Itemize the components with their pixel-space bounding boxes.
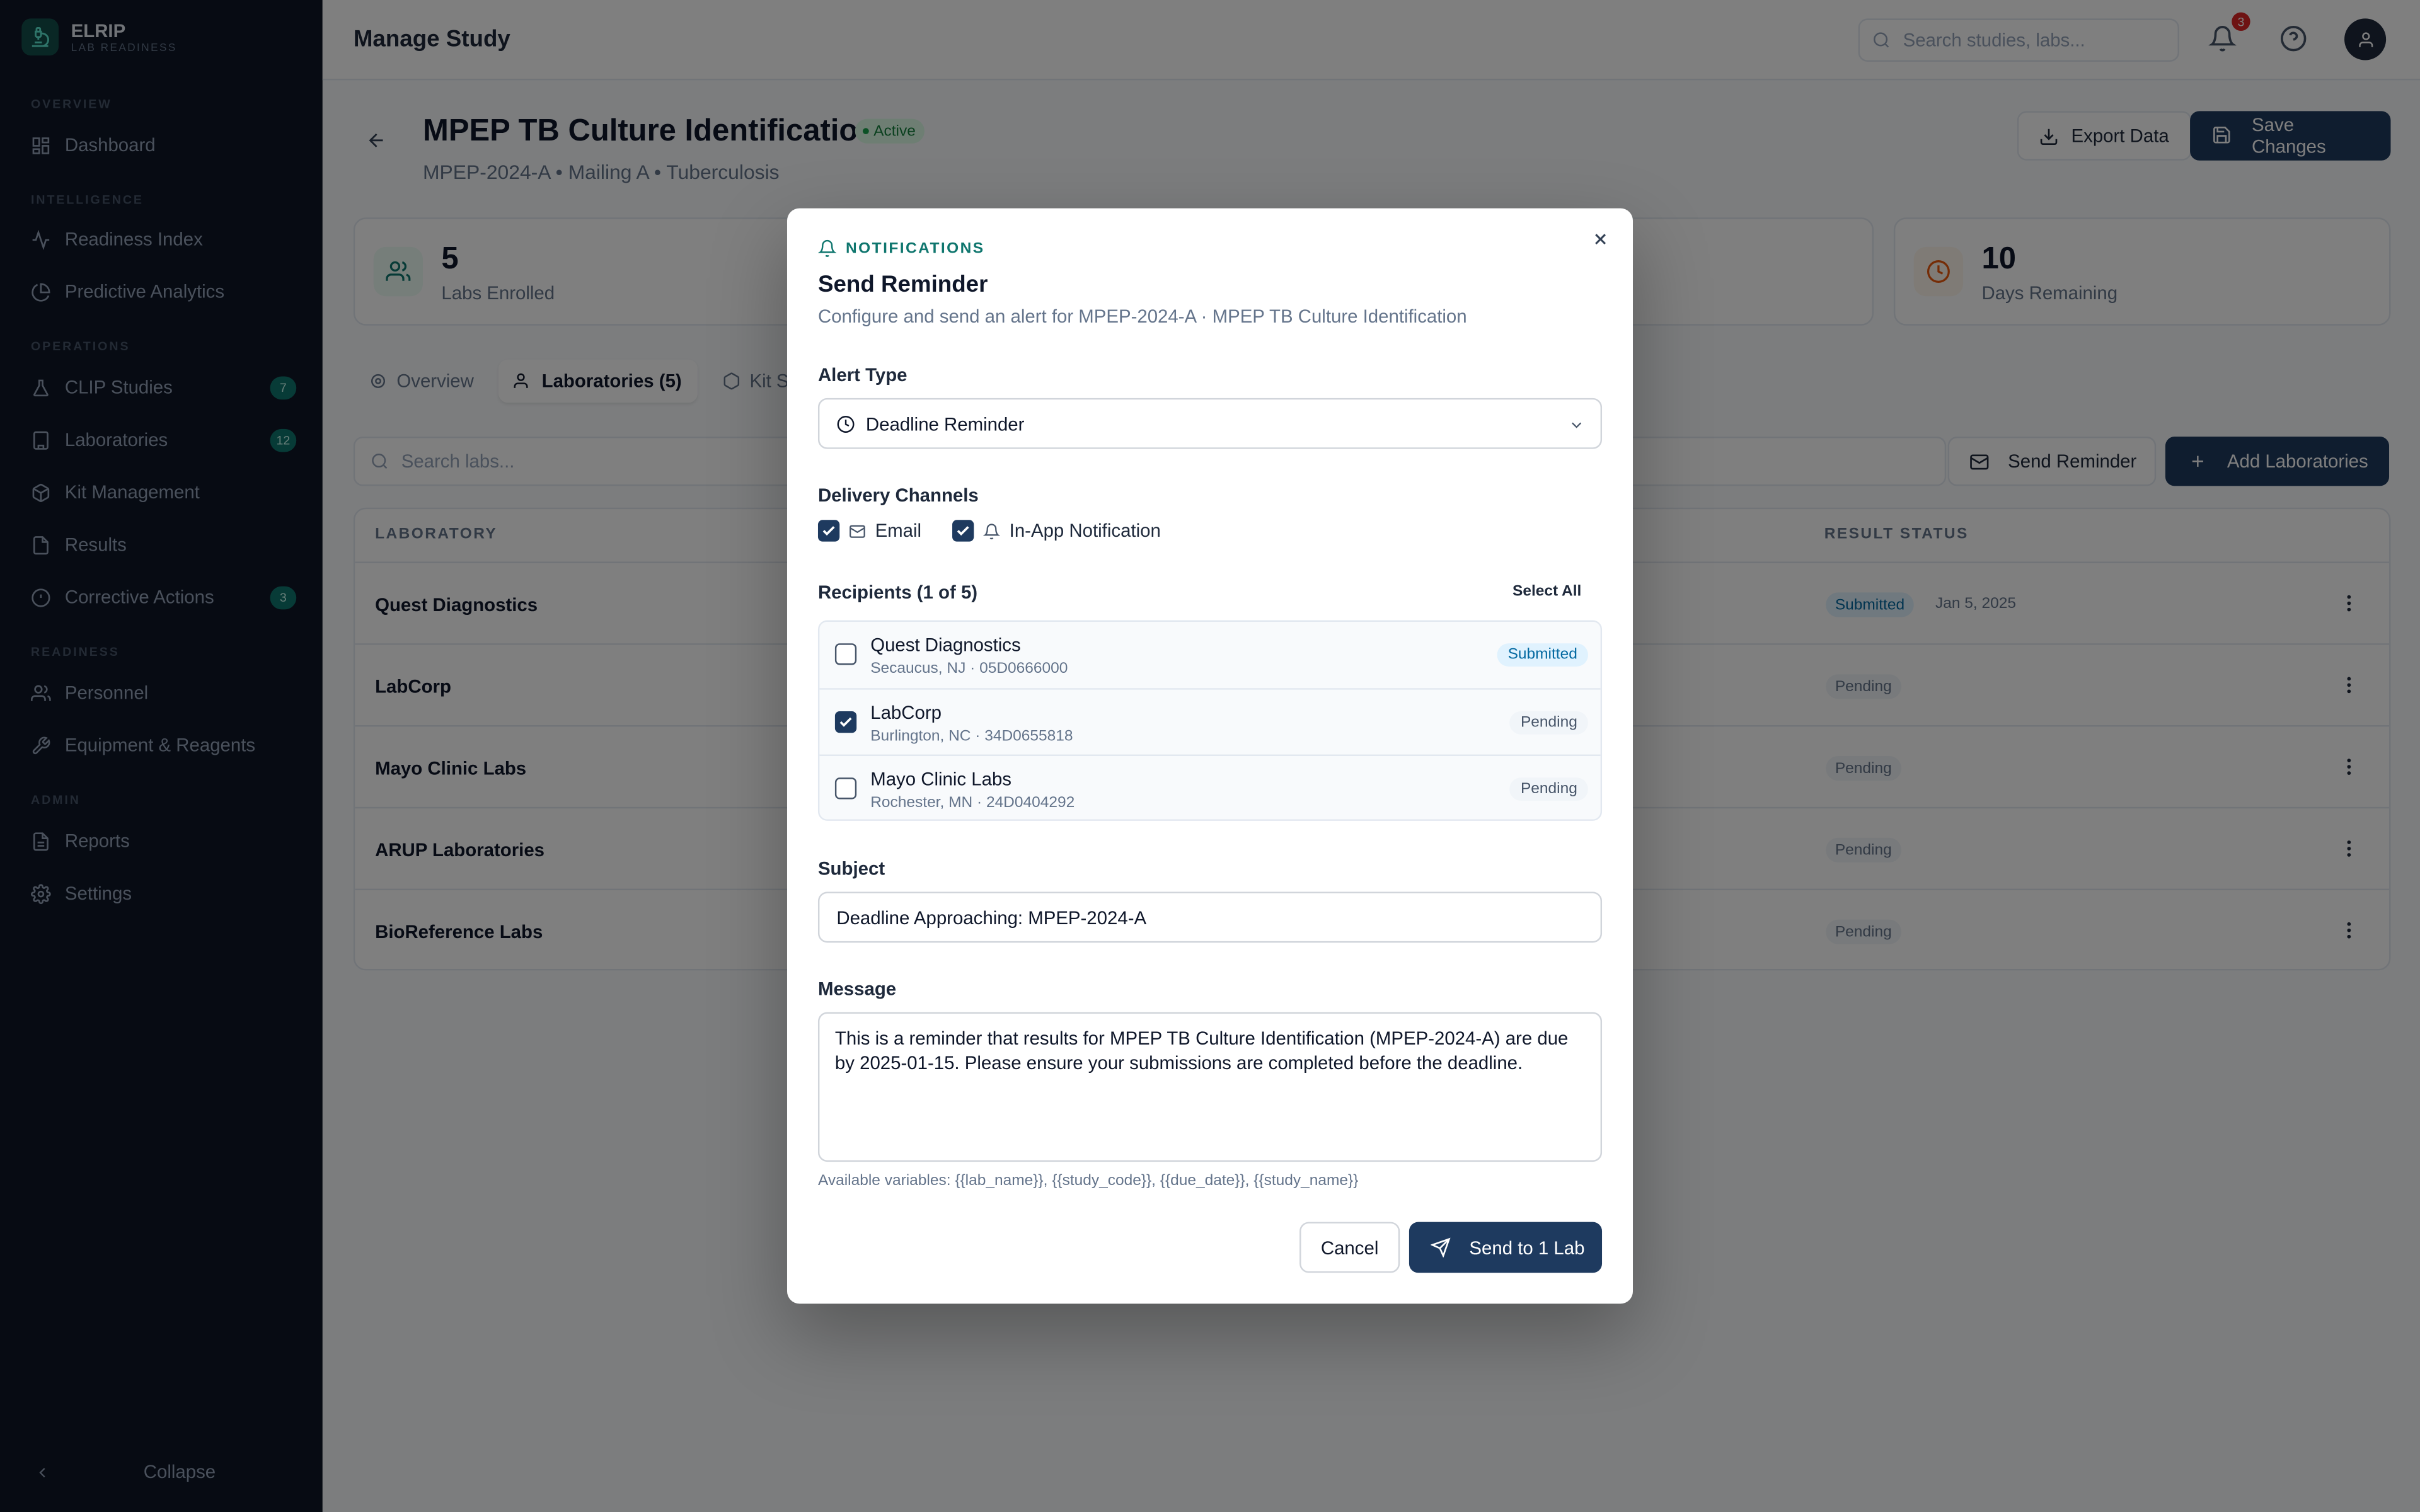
list-item[interactable]: Quest Diagnostics Secaucus, NJ · 05D0666… xyxy=(819,621,1601,689)
eyebrow-label: NOTIFICATIONS xyxy=(846,239,985,257)
dialog-eyebrow: NOTIFICATIONS xyxy=(817,239,985,258)
mail-icon xyxy=(850,524,865,537)
select-all-button[interactable]: Select All xyxy=(1512,583,1581,600)
channel-in-app-checkbox[interactable]: In-App Notification xyxy=(952,520,1161,542)
message-textarea[interactable]: This is a reminder that results for MPEP… xyxy=(817,1012,1603,1162)
status-badge: Submitted xyxy=(1497,643,1589,667)
clock-icon xyxy=(837,415,855,432)
recipient-name: LabCorp xyxy=(870,702,942,724)
checkbox-checked[interactable] xyxy=(952,520,974,542)
recipient-name: Quest Diagnostics xyxy=(870,634,1021,656)
recipient-address: Secaucus, NJ · 05D0666000 xyxy=(870,660,1068,678)
message-label: Message xyxy=(817,978,897,1000)
delivery-channels-label: Delivery Channels xyxy=(817,484,979,507)
subject-label: Subject xyxy=(817,857,885,879)
status-badge: Pending xyxy=(1509,777,1589,801)
recipient-address: Rochester, MN · 24D0404292 xyxy=(870,794,1075,812)
alert-type-select[interactable]: Deadline Reminder xyxy=(817,398,1603,449)
recipients-label: Recipients (1 of 5) xyxy=(817,581,978,604)
checkbox-unchecked[interactable] xyxy=(834,643,857,665)
alert-type-label: Alert Type xyxy=(817,364,908,386)
dialog-title: Send Reminder xyxy=(817,272,988,298)
cancel-button[interactable]: Cancel xyxy=(1299,1222,1400,1273)
checkbox-checked[interactable] xyxy=(834,711,857,733)
chevron-down-icon xyxy=(1572,422,1582,428)
app-root: ELRIP LAB READINESS OVERVIEW Dashboard I… xyxy=(0,0,2420,1512)
channel-email-checkbox[interactable]: Email xyxy=(817,520,922,542)
status-badge: Pending xyxy=(1509,711,1589,735)
send-button[interactable]: Send to 1 Lab xyxy=(1409,1222,1603,1273)
bell-icon xyxy=(983,523,1000,539)
checkbox-checked[interactable] xyxy=(817,520,840,542)
list-item[interactable]: LabCorp Burlington, NC · 34D0655818 Pend… xyxy=(819,688,1601,755)
recipient-address: Burlington, NC · 34D0655818 xyxy=(870,728,1073,745)
recipients-list: Quest Diagnostics Secaucus, NJ · 05D0666… xyxy=(817,620,1603,821)
send-label: Send to 1 Lab xyxy=(1469,1236,1585,1259)
alert-type-value: Deadline Reminder xyxy=(865,413,1025,435)
variables-hint: Available variables: {{lab_name}}, {{stu… xyxy=(817,1172,1359,1190)
channel-label: In-App Notification xyxy=(1009,520,1161,542)
dialog-description: Configure and send an alert for MPEP-202… xyxy=(817,305,1467,328)
subject-input[interactable]: Deadline Approaching: MPEP-2024-A xyxy=(817,891,1603,943)
checkbox-unchecked[interactable] xyxy=(834,777,857,799)
recipient-name: Mayo Clinic Labs xyxy=(870,768,1012,790)
list-item[interactable]: Mayo Clinic Labs Rochester, MN · 24D0404… xyxy=(819,754,1601,820)
bell-icon xyxy=(817,239,837,257)
delivery-channels: Email In-App Notification xyxy=(817,520,1192,542)
send-icon xyxy=(1431,1237,1451,1257)
close-icon[interactable] xyxy=(1591,230,1610,248)
send-reminder-dialog: NOTIFICATIONS Send Reminder Configure an… xyxy=(786,208,1634,1304)
channel-label: Email xyxy=(875,520,922,542)
